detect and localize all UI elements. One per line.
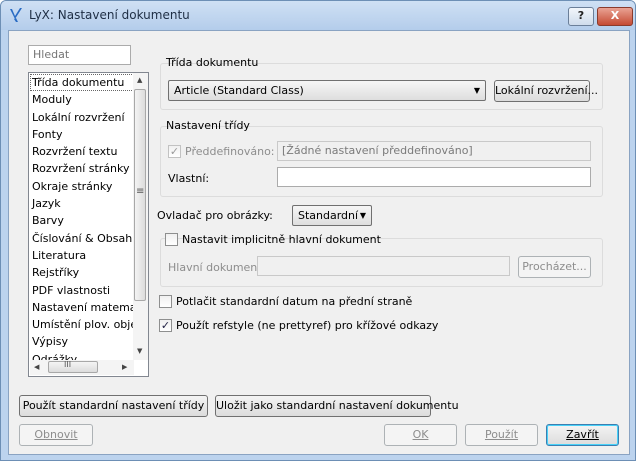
browse-button[interactable]: Procházet... xyxy=(518,256,591,278)
dropdown-arrow-icon: ▼ xyxy=(359,211,366,220)
master-document-checkbox[interactable] xyxy=(165,233,178,246)
horizontal-scroll-thumb[interactable]: III xyxy=(48,360,98,373)
document-class-label: Třída dokumentu xyxy=(166,56,259,69)
window-title: LyX: Nastavení dokumentu xyxy=(29,8,190,22)
category-item[interactable]: Třída dokumentu xyxy=(30,74,134,92)
graphics-driver-select[interactable]: Standardní ▼ xyxy=(292,205,372,226)
category-item[interactable]: Lokální rozvržení xyxy=(30,109,134,126)
suppress-date-checkbox[interactable] xyxy=(159,295,172,308)
ok-button-label: OK xyxy=(412,428,429,441)
category-item[interactable]: Okraje stránky xyxy=(30,178,134,195)
restore-button[interactable]: Obnovit xyxy=(19,424,93,446)
category-item[interactable]: PDF vlastnosti xyxy=(30,282,134,299)
predefined-label: Předdefinováno: xyxy=(185,145,275,158)
save-as-default-button[interactable]: Uložit jako standardní nastavení dokumen… xyxy=(215,395,459,417)
category-items: Třída dokumentu Moduly Lokální rozvržení Fo… xyxy=(30,74,134,360)
master-document-checkbox-label: Nastavit implicitně hlavní dokument xyxy=(182,233,381,246)
custom-label: Vlastní: xyxy=(168,172,210,185)
list-horizontal-scrollbar[interactable]: ◀ III ▶ xyxy=(30,360,134,375)
vertical-scroll-thumb[interactable]: ≡ xyxy=(134,89,146,301)
dialog-content: Třída dokumentuModulyLokální rozvrženíFo… xyxy=(8,30,630,455)
lyx-logo-icon xyxy=(10,8,22,22)
close-button-label: Zavřít xyxy=(566,428,599,441)
scroll-down-icon[interactable]: ▼ xyxy=(137,347,142,355)
predefined-field[interactable]: [Žádné nastavení předdefinováno] xyxy=(277,141,591,161)
dropdown-arrow-icon: ▼ xyxy=(473,86,480,95)
ok-button[interactable]: OK xyxy=(384,424,457,446)
category-item[interactable]: Výpisy xyxy=(30,333,134,350)
help-button[interactable]: ? xyxy=(568,7,594,26)
search-input[interactable] xyxy=(28,45,131,65)
grip-icon: III xyxy=(64,360,72,369)
predefined-checkbox[interactable]: ✓ xyxy=(168,145,181,158)
apply-button[interactable]: Použít xyxy=(465,424,538,446)
suppress-date-label: Potlačit standardní datum na přední stra… xyxy=(176,295,413,308)
graphics-driver-value: Standardní xyxy=(298,209,359,222)
dialog-window: LyX: Nastavení dokumentu ? X Třída dokum… xyxy=(0,0,636,461)
category-item[interactable]: Odrážky xyxy=(30,351,134,360)
document-class-value: Article (Standard Class) xyxy=(174,84,304,97)
local-layout-button[interactable]: Lokální rozvržení... xyxy=(494,80,598,102)
master-document-field[interactable] xyxy=(257,256,510,276)
category-item[interactable]: Barvy xyxy=(30,212,134,229)
scroll-left-icon[interactable]: ◀ xyxy=(34,363,39,371)
list-vertical-scrollbar[interactable]: ▲ ≡ ▼ xyxy=(133,73,148,360)
close-window-button[interactable]: X xyxy=(597,7,633,26)
category-item[interactable]: Umístění plov. objektů xyxy=(30,316,134,333)
category-item[interactable]: Literatura xyxy=(30,247,134,264)
category-item[interactable]: Rozvržení textu xyxy=(30,143,134,160)
restore-button-label: Obnovit xyxy=(34,428,78,441)
category-item[interactable]: Rozvržení stránky xyxy=(30,160,134,177)
grip-icon: ≡ xyxy=(136,186,145,197)
graphics-driver-label: Ovladač pro obrázky: xyxy=(157,209,273,222)
category-item[interactable]: Číslování & Obsah xyxy=(30,230,134,247)
master-document-label: Hlavní dokument: xyxy=(168,261,266,274)
apply-button-label: Použít xyxy=(484,428,519,441)
category-item[interactable]: Jazyk xyxy=(30,195,134,212)
title-bar[interactable]: LyX: Nastavení dokumentu ? X xyxy=(1,1,635,30)
close-button[interactable]: Zavřít xyxy=(546,424,619,446)
scroll-up-icon[interactable]: ▲ xyxy=(137,76,142,84)
refstyle-label: Použít refstyle (ne prettyref) pro křížo… xyxy=(176,319,439,332)
category-list: Třída dokumentu Moduly Lokální rozvržení Fo… xyxy=(28,72,149,377)
document-class-select[interactable]: Article (Standard Class) ▼ xyxy=(168,80,486,101)
use-default-class-button[interactable]: Použít standardní nastavení třídy xyxy=(19,395,208,417)
class-options-label: Nastavení třídy xyxy=(166,119,250,132)
refstyle-checkbox[interactable]: ✓ xyxy=(159,319,172,332)
category-item[interactable]: Moduly xyxy=(30,91,134,108)
scroll-right-icon[interactable]: ▶ xyxy=(122,363,127,371)
custom-options-field[interactable] xyxy=(277,167,591,187)
category-item[interactable]: Fonty xyxy=(30,126,134,143)
category-item[interactable]: Nastavení matematiky xyxy=(30,299,134,316)
category-item[interactable]: Rejstříky xyxy=(30,264,134,281)
